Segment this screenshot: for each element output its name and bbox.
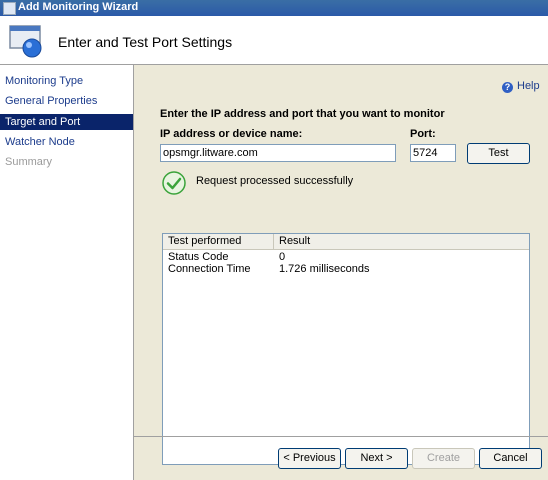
row-test-name: Status Code	[168, 251, 229, 263]
nav-item-watcher-node[interactable]: Watcher Node	[0, 134, 133, 150]
check-icon	[162, 171, 186, 195]
row-result-value: 0	[279, 251, 286, 263]
create-button: Create	[412, 448, 475, 469]
port-label: Port:	[410, 128, 436, 140]
title-bar: Add Monitoring Wizard	[0, 0, 548, 16]
column-divider[interactable]	[273, 234, 274, 249]
wizard-window: Add Monitoring Wizard Enter and Test Por…	[0, 0, 548, 480]
results-table: Test performed Result Status Code 0 Conn…	[162, 233, 530, 465]
ip-label: IP address or device name:	[160, 128, 303, 140]
nav-item-target-and-port[interactable]: Target and Port	[0, 114, 133, 130]
row-result-value: 1.726 milliseconds	[279, 263, 370, 275]
monitor-wizard-icon	[9, 25, 42, 58]
nav-item-monitoring-type[interactable]: Monitoring Type	[0, 73, 133, 89]
wizard-content: ? Help Enter the IP address and port that…	[134, 65, 548, 480]
nav-item-general-properties[interactable]: General Properties	[0, 93, 133, 109]
help-link[interactable]: ? Help	[502, 80, 540, 93]
ip-address-input[interactable]	[160, 144, 396, 162]
status-message: Request processed successfully	[196, 175, 354, 187]
help-label: Help	[517, 80, 540, 92]
window-title: Add Monitoring Wizard	[18, 1, 139, 13]
next-button[interactable]: Next >	[345, 448, 408, 469]
wizard-nav: Monitoring Type General Properties Targe…	[0, 65, 134, 480]
wizard-header: Enter and Test Port Settings	[0, 16, 548, 65]
port-input[interactable]	[410, 144, 456, 162]
nav-item-summary: Summary	[5, 156, 53, 168]
window-icon	[3, 2, 16, 15]
status-row: Request processed successfully	[162, 171, 462, 197]
test-button[interactable]: Test	[467, 143, 530, 164]
form-heading: Enter the IP address and port that you w…	[160, 108, 445, 120]
results-header: Test performed Result	[163, 234, 529, 250]
page-title: Enter and Test Port Settings	[58, 34, 233, 50]
column-result[interactable]: Result	[279, 235, 310, 247]
row-test-name: Connection Time	[168, 263, 251, 275]
help-icon: ?	[502, 82, 513, 93]
column-test-performed[interactable]: Test performed	[168, 235, 241, 247]
cancel-button[interactable]: Cancel	[479, 448, 542, 469]
footer-divider	[134, 436, 548, 437]
previous-button[interactable]: < Previous	[278, 448, 341, 469]
